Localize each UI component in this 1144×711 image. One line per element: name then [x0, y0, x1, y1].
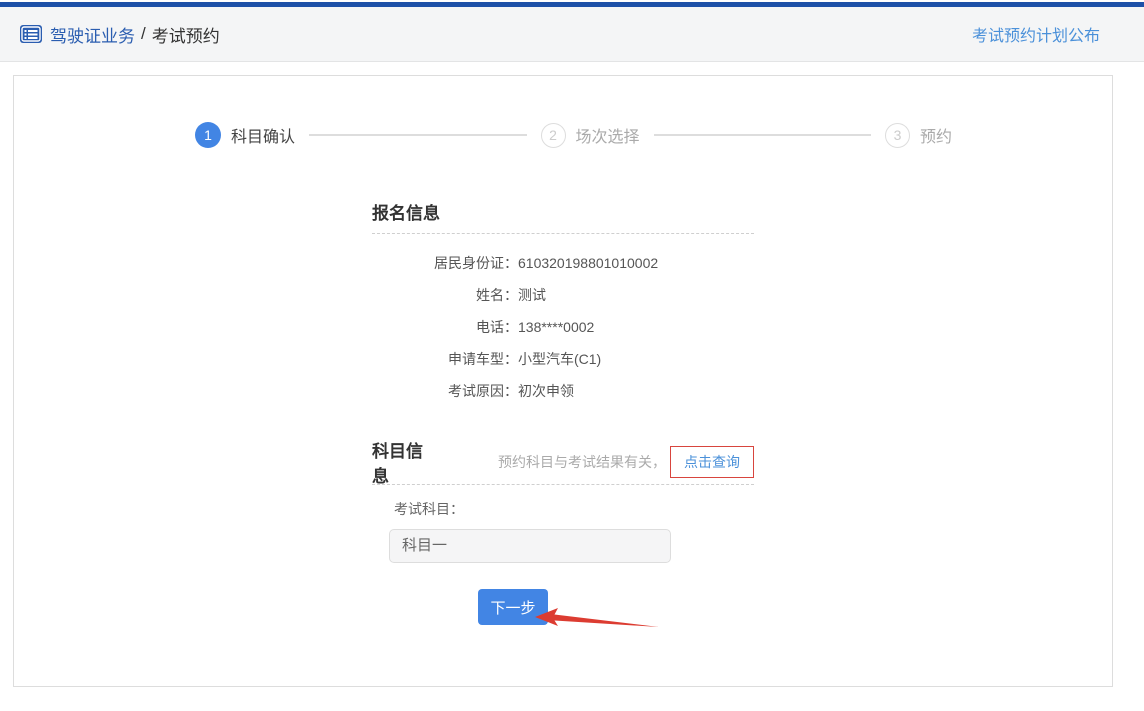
subject-note: 预约科目与考试结果有关， — [498, 452, 666, 472]
breadcrumb-page: 考试预约 — [152, 22, 220, 47]
header: 驾驶证业务 / 考试预约 考试预约计划公布 — [0, 2, 1144, 62]
step-1-label: 科目确认 — [231, 123, 295, 147]
field-name: 姓名：测试 — [372, 279, 754, 311]
field-id-number: 居民身份证：610320198801010002 — [372, 247, 754, 279]
annotation-arrow — [533, 607, 661, 633]
page: 驾驶证业务 / 考试预约 考试预约计划公布 1 科目确认 2 场次选择 3 预约 — [0, 0, 1144, 711]
field-label: 申请车型： — [372, 343, 518, 375]
subject-section: 科目信息 预约科目与考试结果有关， 点击查询 考试科目： 科目一 下一步 — [372, 445, 754, 625]
step-connector — [309, 134, 526, 136]
step-3-label: 预约 — [920, 123, 952, 147]
field-exam-reason: 考试原因：初次申领 — [372, 375, 754, 407]
field-value: 小型汽车(C1) — [518, 351, 601, 367]
field-label: 电话： — [372, 311, 518, 343]
list-icon — [20, 25, 42, 43]
step-2-label: 场次选择 — [576, 123, 640, 147]
field-label: 居民身份证： — [372, 247, 518, 279]
field-label: 姓名： — [372, 279, 518, 311]
step-1-circle: 1 — [195, 122, 221, 148]
field-vehicle-type: 申请车型：小型汽车(C1) — [372, 343, 754, 375]
step-subject-confirm: 1 科目确认 — [195, 122, 295, 148]
divider — [372, 233, 754, 234]
breadcrumb-section[interactable]: 驾驶证业务 — [50, 22, 135, 47]
exam-plan-link[interactable]: 考试预约计划公布 — [972, 22, 1100, 46]
breadcrumb: 驾驶证业务 / 考试预约 — [20, 22, 220, 47]
field-value: 138****0002 — [518, 319, 594, 335]
field-label: 考试原因： — [372, 375, 518, 407]
stepper: 1 科目确认 2 场次选择 3 预约 — [195, 122, 952, 148]
content-card: 1 科目确认 2 场次选择 3 预约 报名信息 居民身份证：6103201988… — [13, 75, 1113, 687]
field-value: 初次申领 — [518, 383, 574, 399]
field-value: 610320198801010002 — [518, 255, 658, 271]
step-connector — [654, 134, 871, 136]
exam-subject-label: 考试科目： — [394, 499, 754, 519]
step-3-circle: 3 — [885, 123, 910, 148]
registration-section: 报名信息 居民身份证：610320198801010002 姓名：测试 电话：1… — [372, 199, 754, 407]
subject-title: 科目信息 — [372, 437, 434, 487]
query-link-highlight-box: 点击查询 — [670, 446, 754, 478]
query-link[interactable]: 点击查询 — [684, 452, 740, 472]
registration-fields: 居民身份证：610320198801010002 姓名：测试 电话：138***… — [372, 247, 754, 407]
step-2-circle: 2 — [541, 123, 566, 148]
registration-title: 报名信息 — [372, 199, 754, 224]
step-session-select: 2 场次选择 — [541, 123, 640, 148]
exam-subject-input[interactable]: 科目一 — [389, 529, 671, 563]
field-value: 测试 — [518, 287, 546, 303]
step-reserve: 3 预约 — [885, 123, 952, 148]
breadcrumb-separator: / — [141, 24, 146, 44]
field-phone: 电话：138****0002 — [372, 311, 754, 343]
